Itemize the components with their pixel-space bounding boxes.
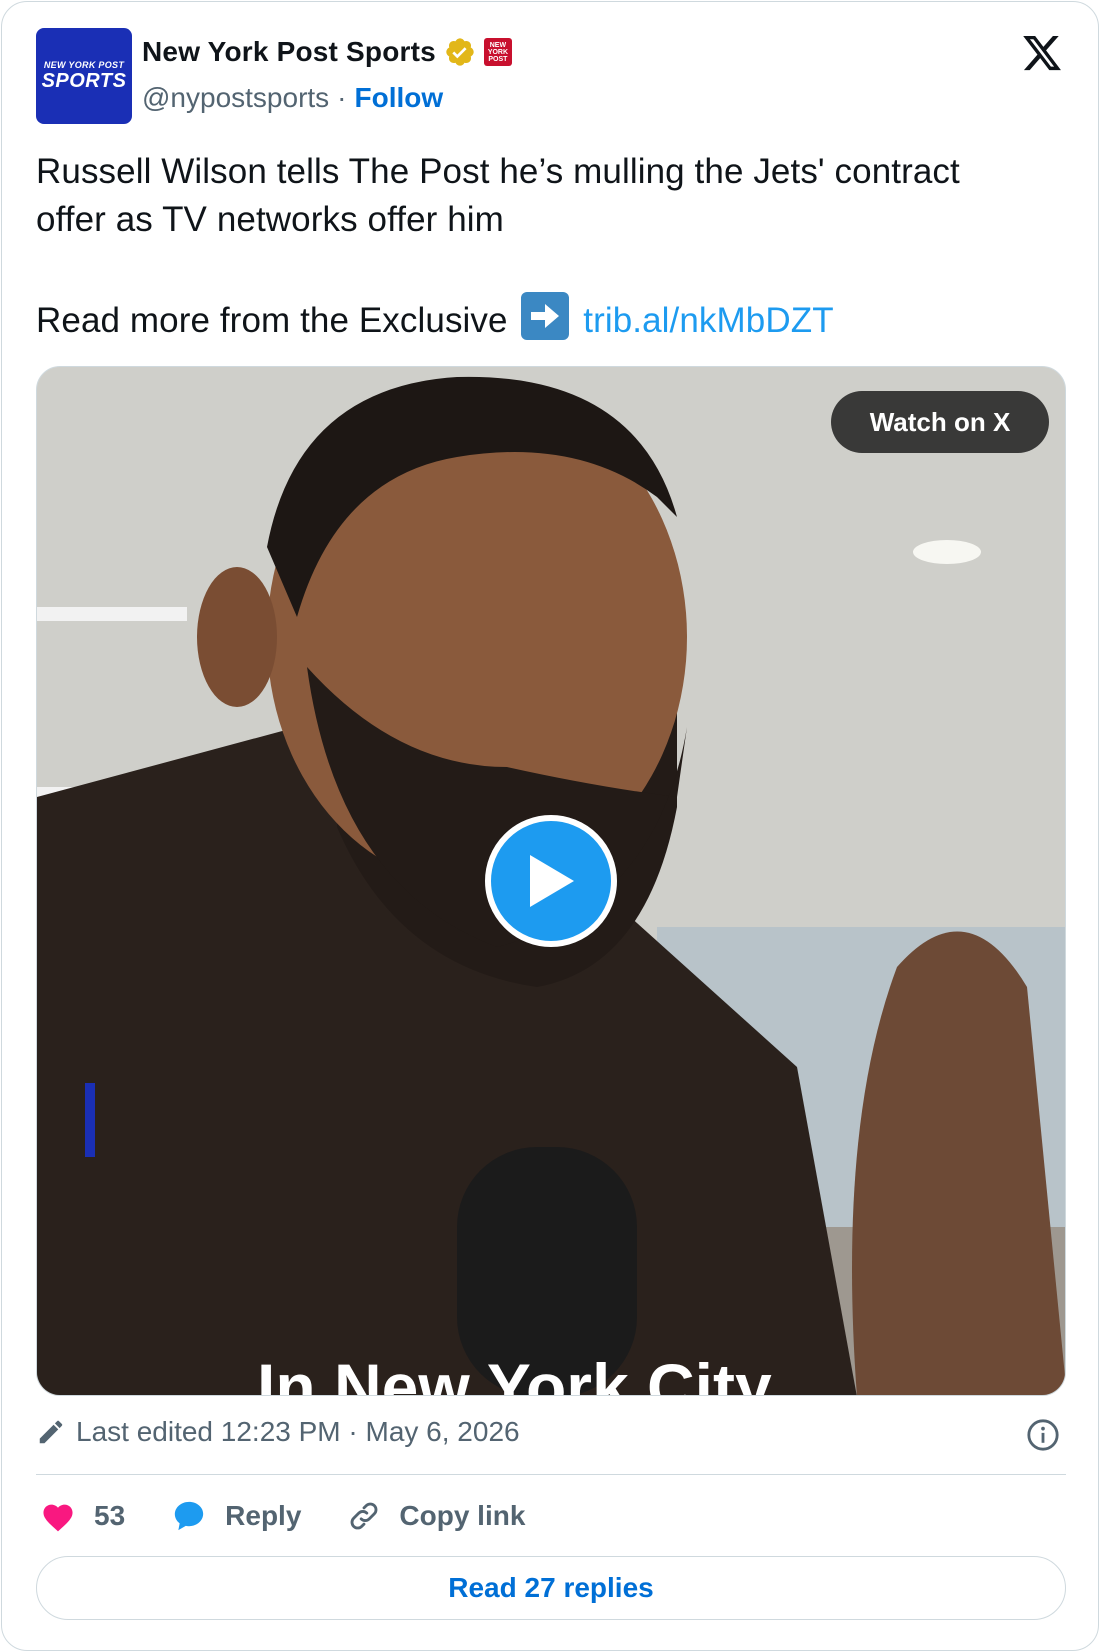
link-icon <box>351 1502 378 1530</box>
video-caption: In New York City <box>257 1350 772 1396</box>
edited-timestamp-row: Last edited 12:23 PM · May 6, 2026 <box>36 1416 520 1448</box>
action-bar: 53 Reply Copy link <box>40 1492 571 1540</box>
like-button[interactable]: 53 <box>40 1500 125 1532</box>
tweet-text-line: Russell Wilson tells The Post he’s mulli… <box>36 152 960 191</box>
read-replies-button[interactable]: Read 27 replies <box>36 1556 1066 1620</box>
reply-button[interactable]: Reply <box>171 1499 301 1533</box>
x-logo-icon[interactable] <box>1020 32 1064 74</box>
follow-button[interactable]: Follow <box>355 82 444 114</box>
reply-bubble-icon <box>174 1501 204 1531</box>
video-player[interactable]: Watch on X In New York City <box>36 366 1066 1396</box>
copy-link-button[interactable]: Copy link <box>347 1499 525 1533</box>
handle[interactable]: @nypostsports <box>142 82 329 114</box>
tweet-text: Russell Wilson tells The Post he’s mulli… <box>36 148 1076 345</box>
pencil-icon <box>39 1420 63 1444</box>
heart-icon <box>43 1504 73 1532</box>
handle-row: @nypostsports · Follow <box>142 82 443 114</box>
like-count: 53 <box>94 1500 126 1531</box>
watch-on-x-button[interactable]: Watch on X <box>831 391 1049 453</box>
account-name-row: New York Post Sports NEW YORK POST <box>142 36 512 68</box>
play-button[interactable] <box>485 815 617 947</box>
tweet-text-line: offer as TV networks offer him <box>36 200 504 239</box>
avatar[interactable]: NEW YORK POST SPORTS <box>36 28 132 124</box>
separator: · <box>337 82 347 113</box>
avatar-title: SPORTS <box>41 70 127 92</box>
tweet-embed-card: NEW YORK POST SPORTS New York Post Sport… <box>1 1 1099 1651</box>
video-overlay-marker <box>85 1083 95 1157</box>
info-icon[interactable] <box>1026 1418 1060 1452</box>
tweet-text-line: Read more from the Exclusive trib.al/nkM… <box>36 292 1076 345</box>
reply-label: Reply <box>225 1500 302 1531</box>
verified-badge-icon <box>446 38 474 66</box>
copy-link-label: Copy link <box>399 1500 526 1531</box>
article-link[interactable]: trib.al/nkMbDZT <box>583 301 833 340</box>
edited-timestamp[interactable]: Last edited 12:23 PM · May 6, 2026 <box>76 1416 520 1448</box>
tweet-text-spacer <box>36 244 1076 292</box>
read-more-text: Read more from the Exclusive <box>36 301 508 340</box>
affiliate-badge-icon[interactable]: NEW YORK POST <box>483 38 512 66</box>
right-arrow-icon <box>521 292 570 340</box>
divider <box>36 1474 1066 1475</box>
play-icon <box>530 855 574 907</box>
avatar-subtitle: NEW YORK POST <box>43 60 125 70</box>
display-name[interactable]: New York Post Sports <box>142 36 436 68</box>
